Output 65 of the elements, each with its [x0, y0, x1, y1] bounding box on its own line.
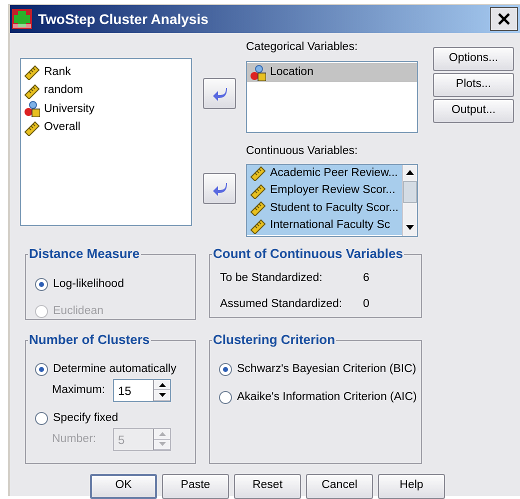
arrow-icon — [212, 182, 228, 196]
dialog-button[interactable]: OK — [90, 474, 157, 498]
ruler-icon — [250, 218, 266, 234]
list-item[interactable]: International Faculty Sc — [247, 217, 402, 234]
count-label: Assumed Standardized: — [220, 296, 344, 312]
ruler-icon — [250, 165, 266, 182]
spinner-label: Maximum: — [51, 382, 106, 398]
list-item[interactable]: Location — [247, 63, 417, 82]
radio-button[interactable] — [35, 412, 48, 425]
side-button[interactable]: Plots... — [433, 73, 514, 97]
group-title: Clustering Criterion — [212, 332, 336, 348]
ruler-icon — [24, 120, 40, 136]
ruler-icon — [24, 82, 40, 99]
dialog-button[interactable]: Paste — [162, 474, 229, 498]
circles-icon — [250, 64, 266, 80]
down-icon — [158, 393, 166, 397]
scroll-bar[interactable] — [402, 164, 417, 236]
up-icon — [158, 382, 166, 386]
side-button[interactable]: Output... — [433, 99, 514, 123]
group-title: Distance Measure — [28, 246, 141, 262]
down-icon — [406, 225, 414, 230]
field-label: Categorical Variables: — [246, 40, 359, 55]
ruler-icon — [250, 200, 266, 216]
count-label: To be Standardized: — [220, 270, 324, 286]
group-title: Count of Continuous Variables — [212, 246, 404, 262]
spinner-label: Number: — [51, 432, 98, 447]
radio-button[interactable] — [219, 390, 232, 404]
side-button[interactable]: Options... — [433, 47, 514, 71]
group-title: Number of Clusters — [28, 332, 151, 348]
move-button[interactable] — [203, 78, 236, 109]
radio-label[interactable]: Akaike's Information Criterion (AIC) — [237, 388, 417, 406]
radio-button[interactable] — [35, 278, 48, 291]
arrow-icon — [212, 86, 228, 100]
count-value: 0 — [363, 296, 370, 312]
field-label: Continuous Variables: — [246, 144, 359, 160]
grid-icon — [12, 9, 32, 29]
close-icon — [498, 13, 510, 25]
list-item[interactable]: Employer Review Scor... — [247, 182, 402, 200]
list-item[interactable]: Student to Faculty Scor... — [247, 200, 402, 217]
ruler-icon — [24, 64, 40, 80]
up-icon — [406, 170, 414, 175]
down-icon — [158, 442, 166, 446]
radio-label[interactable]: Specify fixed — [53, 410, 118, 427]
list-item[interactable]: University — [21, 100, 191, 118]
up-icon — [158, 432, 166, 436]
close-button[interactable] — [490, 7, 518, 31]
move-button[interactable] — [203, 173, 236, 204]
radio-label[interactable]: Schwarz's Bayesian Criterion (BIC) — [237, 360, 416, 378]
dialog-button[interactable]: Cancel — [306, 474, 373, 498]
list-item[interactable]: Rank — [21, 63, 191, 82]
radio-label[interactable]: Log-likelihood — [53, 276, 124, 293]
ruler-icon — [250, 182, 266, 199]
circles-icon — [24, 101, 40, 118]
list-item[interactable]: Academic Peer Review... — [247, 164, 402, 182]
radio-button[interactable] — [35, 362, 48, 376]
number-spinner[interactable]: 15 — [113, 378, 171, 402]
dialog-button[interactable]: Help — [378, 474, 445, 498]
list-item[interactable]: random — [21, 82, 191, 100]
window-title: TwoStep Cluster Analysis — [38, 10, 208, 29]
radio-button[interactable] — [219, 362, 232, 376]
count-value: 6 — [363, 270, 370, 286]
radio-label[interactable]: Determine automatically — [53, 360, 176, 378]
number-spinner: 5 — [113, 428, 171, 451]
list-item[interactable]: Overall — [21, 118, 191, 137]
dialog-button[interactable]: Reset — [234, 474, 301, 498]
